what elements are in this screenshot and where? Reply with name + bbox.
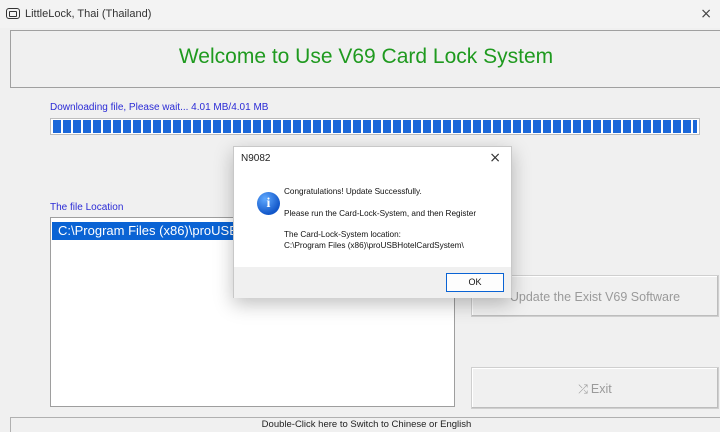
dialog-body: i Congratulations! Update Successfully. … [234, 171, 511, 267]
welcome-header: Welcome to Use V69 Card Lock System [10, 30, 720, 88]
download-status: Downloading file, Please wait... 4.01 MB… [50, 102, 269, 113]
update-success-dialog: N9082 × i Congratulations! Update Succes… [233, 146, 512, 298]
dialog-message-line1: Congratulations! Update Successfully. [284, 187, 422, 196]
language-switch-text: Double-Click here to Switch to Chinese o… [261, 419, 472, 430]
language-switch-bar[interactable]: Double-Click here to Switch to Chinese o… [10, 417, 720, 432]
dialog-footer: OK [234, 267, 511, 298]
window-close-button[interactable]: × [700, 6, 712, 22]
dialog-close-button[interactable]: × [489, 150, 501, 166]
exit-button[interactable]: ⤮ Exit [471, 367, 719, 409]
exit-button-label: Exit [590, 382, 612, 396]
dialog-title-bar: N9082 × [234, 147, 511, 171]
download-progress-bar [50, 118, 700, 135]
exit-icon: ⤮ [578, 382, 588, 396]
file-location-label: The file Location [50, 202, 124, 213]
dialog-title: N9082 [241, 153, 271, 164]
page-title: Welcome to Use V69 Card Lock System [178, 45, 554, 68]
window-title: LittleLock, Thai (Thailand) [25, 8, 152, 20]
ok-button[interactable]: OK [446, 273, 504, 292]
progress-fill [53, 120, 697, 133]
dialog-message-line4: C:\Program Files (x86)\proUSBHotelCardSy… [284, 241, 464, 250]
dialog-message-line3: The Card-Lock-System location: [284, 230, 401, 239]
app-icon [6, 8, 20, 19]
dialog-message-line2: Please run the Card-Lock-System, and the… [284, 209, 477, 218]
title-bar: LittleLock, Thai (Thailand) × [0, 0, 720, 28]
info-icon: i [257, 192, 280, 215]
